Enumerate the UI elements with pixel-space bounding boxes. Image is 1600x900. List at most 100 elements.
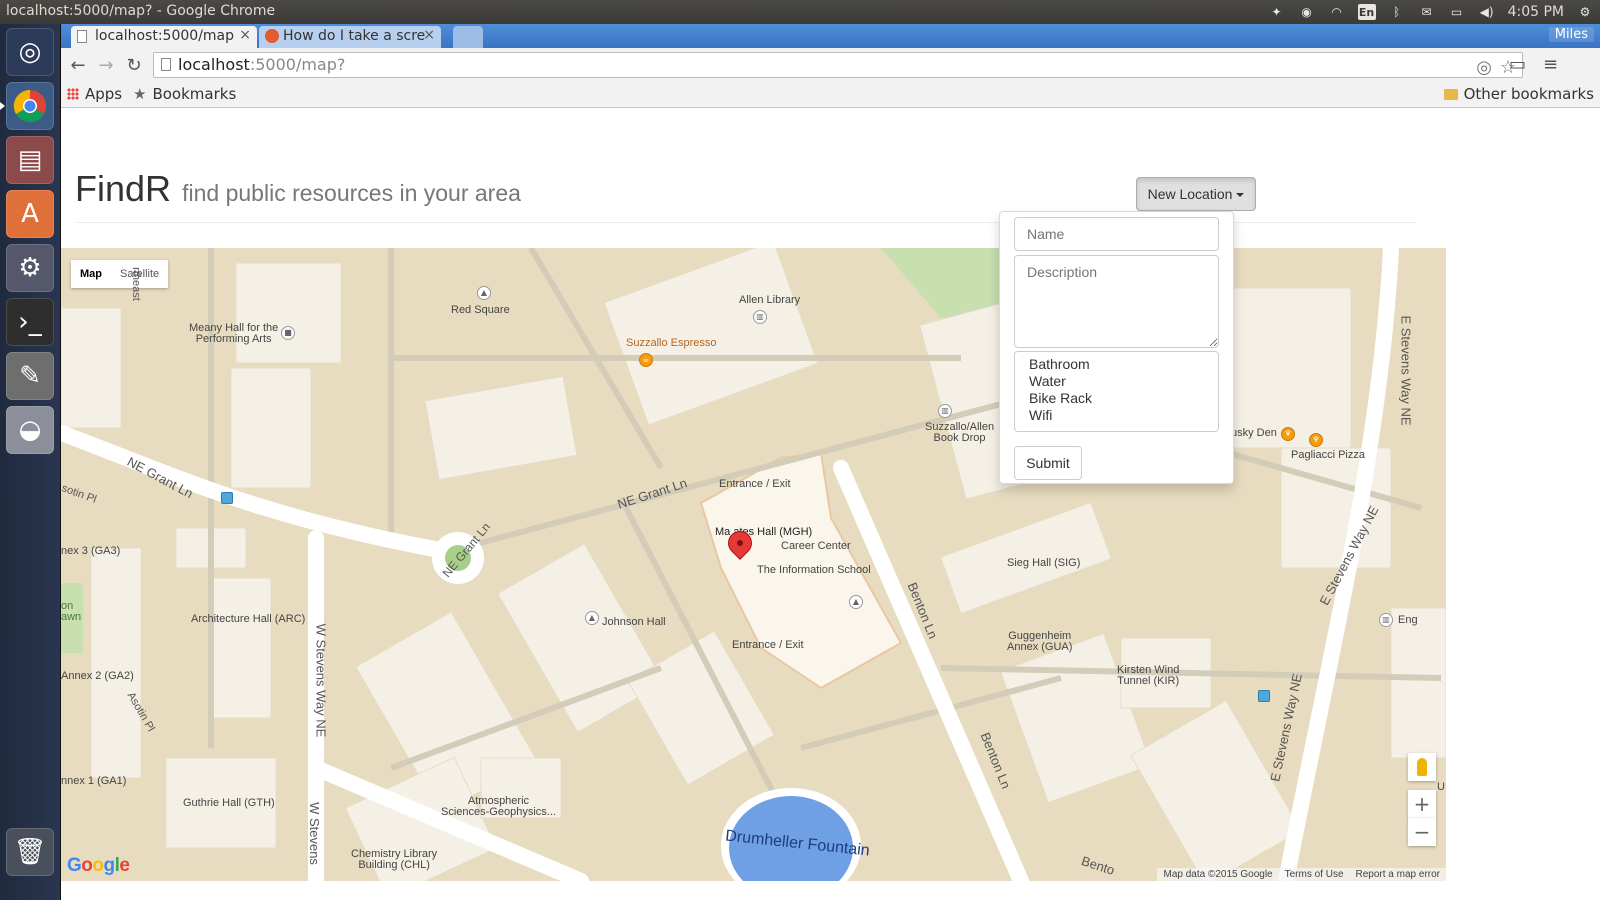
- new-location-form: Bathroom Water Bike Rack Wifi Submit: [999, 211, 1234, 484]
- new-location-label: New Location: [1147, 186, 1233, 202]
- poi-library-icon[interactable]: ▥: [1379, 613, 1393, 627]
- volume-icon[interactable]: ◀): [1478, 4, 1496, 20]
- ubuntu-dash-icon[interactable]: ◎: [6, 28, 54, 76]
- map-label-annex-1: nnex 1 (GA1): [61, 775, 127, 787]
- mail-icon[interactable]: ✉: [1418, 4, 1436, 20]
- street-e-stevens-1: E Stevens Way NE: [1398, 315, 1414, 426]
- poi-theater-icon[interactable]: ■: [281, 326, 295, 340]
- chrome-icon[interactable]: [0, 82, 54, 130]
- map-type-map[interactable]: Map: [71, 260, 111, 288]
- report-map-error-link[interactable]: Report a map error: [1356, 869, 1440, 880]
- poi-restaurant-icon[interactable]: ♆: [1309, 433, 1323, 447]
- option-bike-rack[interactable]: Bike Rack: [1029, 390, 1204, 407]
- app-name: FindR: [75, 168, 172, 209]
- map-label-sieg-hall: Sieg Hall (SIG): [1007, 557, 1081, 569]
- location-target-icon[interactable]: ◎: [1476, 57, 1492, 78]
- map-label-u: U: [1437, 781, 1445, 793]
- close-icon[interactable]: ×: [423, 27, 435, 43]
- map-label-pagliacci: Pagliacci Pizza: [1291, 449, 1365, 461]
- street-view-pegman-icon[interactable]: [1408, 753, 1436, 781]
- menu-icon[interactable]: ≡: [1543, 54, 1558, 75]
- gear-icon[interactable]: ⚙: [1576, 4, 1594, 20]
- launcher: ◎ ▤ A ⚙ ›_ ✎ ◒ 🗑: [0, 24, 61, 900]
- forward-icon[interactable]: →: [95, 54, 117, 76]
- close-icon[interactable]: ×: [239, 27, 251, 43]
- apps-label: Apps: [85, 85, 123, 103]
- name-input[interactable]: [1014, 217, 1219, 251]
- apps-bookmark[interactable]: Apps: [67, 85, 122, 103]
- bookmarks-bar: Apps ★ Bookmarks Other bookmarks: [61, 82, 1600, 108]
- bus-stop-icon[interactable]: [221, 492, 233, 504]
- poi-library-icon[interactable]: ▥: [753, 310, 767, 324]
- tab-map[interactable]: localhost:5000/map ×: [71, 26, 257, 48]
- zoom-out-button[interactable]: −: [1408, 818, 1436, 846]
- url-path: :5000/map?: [249, 55, 346, 74]
- bluetooth-icon[interactable]: ᛒ: [1388, 4, 1406, 20]
- clock[interactable]: 4:05 PM: [1508, 4, 1564, 20]
- map[interactable]: Map Satellite Meany Hall for the Perform…: [61, 248, 1446, 881]
- dropbox-icon[interactable]: ✦: [1268, 4, 1286, 20]
- poi-restaurant-icon[interactable]: ♆: [1281, 427, 1295, 441]
- map-label-johnson-hall: Johnson Hall: [602, 616, 666, 628]
- tab-bar: localhost:5000/map × How do I take a scr…: [61, 24, 1600, 48]
- description-input[interactable]: [1014, 255, 1219, 348]
- new-location-button[interactable]: New Location: [1136, 177, 1256, 211]
- address-bar[interactable]: localhost:5000/map? ◎ ☆: [153, 52, 1523, 78]
- street-w-stevens-1: W Stevens Way NE: [313, 623, 329, 738]
- poi-school-icon[interactable]: ▲: [585, 611, 599, 625]
- submit-button[interactable]: Submit: [1014, 446, 1082, 480]
- cast-icon[interactable]: ▭: [1509, 54, 1526, 75]
- street-w-stevens-2: W Stevens: [306, 802, 322, 865]
- terminal-icon[interactable]: ›_: [6, 298, 54, 346]
- url-host: localhost: [178, 55, 250, 74]
- tab-label: How do I take a scre: [283, 28, 426, 44]
- profile-name[interactable]: Miles: [1548, 27, 1594, 42]
- window-title: localhost:5000/map? - Google Chrome: [6, 3, 276, 19]
- resource-type-select[interactable]: Bathroom Water Bike Rack Wifi: [1014, 351, 1219, 432]
- street-northeast: rtheast: [129, 267, 142, 301]
- map-label-eng: Eng: [1398, 614, 1418, 626]
- system-settings-icon[interactable]: ⚙: [6, 244, 54, 292]
- option-water[interactable]: Water: [1029, 373, 1204, 390]
- tab-ask[interactable]: How do I take a scre ×: [259, 26, 441, 48]
- option-wifi[interactable]: Wifi: [1029, 407, 1204, 424]
- page-icon: [77, 30, 87, 43]
- map-label-lawn: on awn: [61, 600, 82, 623]
- reload-icon[interactable]: ↻: [123, 54, 145, 76]
- poi-book-drop-icon[interactable]: ▥: [938, 404, 952, 418]
- bookmarks-bookmark[interactable]: ★ Bookmarks: [133, 85, 236, 103]
- bus-stop-icon[interactable]: [1258, 690, 1270, 702]
- google-logo: Google: [67, 855, 130, 876]
- map-label-kirsten: Kirsten Wind Tunnel (KIR): [1117, 664, 1180, 687]
- software-center-icon[interactable]: A: [6, 190, 54, 238]
- new-tab-button[interactable]: [453, 26, 483, 48]
- keyboard-lang-indicator[interactable]: En: [1357, 4, 1376, 20]
- star-icon: ★: [133, 85, 147, 103]
- text-editor-icon[interactable]: ✎: [6, 352, 54, 400]
- other-bookmarks[interactable]: Other bookmarks: [1443, 85, 1594, 103]
- poi-cafe-icon[interactable]: ☕: [639, 353, 653, 367]
- terms-of-use-link[interactable]: Terms of Use: [1285, 869, 1344, 880]
- map-label-entrance-top: Entrance / Exit: [719, 478, 791, 490]
- trash-icon[interactable]: 🗑: [6, 828, 54, 876]
- map-label-guggenheim: Guggenheim Annex (GUA): [1007, 630, 1073, 653]
- chrome-tray-icon[interactable]: ◉: [1298, 4, 1316, 20]
- map-label-annex-3: nex 3 (GA3): [61, 545, 121, 557]
- map-label-husky-den: usky Den: [1231, 427, 1277, 439]
- poi-school-icon[interactable]: ▲: [477, 286, 491, 300]
- map-label-meany-hall: Meany Hall for the Performing Arts: [189, 322, 279, 345]
- map-label-book-drop: Suzzallo/Allen Book Drop: [925, 421, 995, 444]
- map-label-annex-2: Annex 2 (GA2): [61, 670, 134, 682]
- wifi-icon[interactable]: ◠: [1328, 4, 1346, 20]
- files-icon[interactable]: ▤: [6, 136, 54, 184]
- map-label-atmospheric: Atmospheric Sciences-Geophysics...: [441, 795, 556, 818]
- poi-school-icon[interactable]: ▲: [849, 595, 863, 609]
- back-icon[interactable]: ←: [67, 54, 89, 76]
- zoom-in-button[interactable]: +: [1408, 790, 1436, 818]
- option-bathroom[interactable]: Bathroom: [1029, 356, 1204, 373]
- map-label-suzzallo-espresso: Suzzallo Espresso: [626, 337, 717, 349]
- os-top-panel: localhost:5000/map? - Google Chrome ✦ ◉ …: [0, 0, 1600, 24]
- map-label-career-center: Career Center: [781, 540, 851, 552]
- battery-icon[interactable]: ▭: [1448, 4, 1466, 20]
- disk-icon[interactable]: ◒: [6, 406, 54, 454]
